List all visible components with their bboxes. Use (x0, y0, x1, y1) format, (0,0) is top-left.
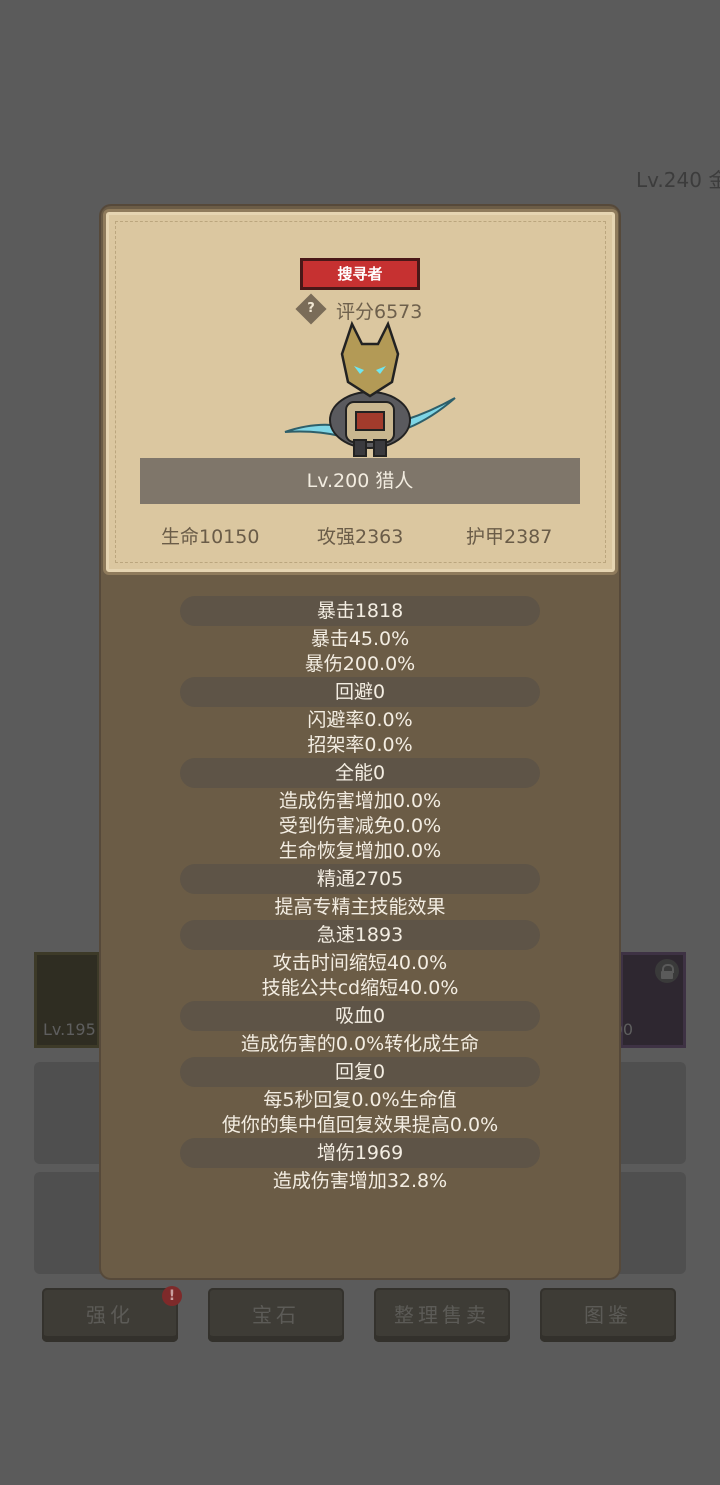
player-level-text: Lv.240 金 (636, 168, 720, 192)
equipment-slot-left[interactable]: Lv.195 (34, 952, 100, 1048)
stat-line: 使你的集中值回复效果提高0.0% (221, 1114, 499, 1136)
sort-sell-button-label: 整理售卖 (394, 1303, 490, 1327)
stat-group-haste: 急速1893 攻击时间缩短40.0% 技能公共cd缩短40.0% (101, 920, 619, 1001)
stat-group-lifesteal: 吸血0 造成伤害的0.0%转化成生命 (101, 1001, 619, 1057)
codex-button[interactable]: 图鉴 (540, 1288, 676, 1342)
stat-group-header: 增伤1969 (180, 1138, 540, 1168)
stat-line: 暴击45.0% (310, 628, 410, 650)
stat-line: 受到伤害减免0.0% (278, 815, 442, 837)
hero-portrait (280, 320, 460, 460)
gem-button[interactable]: 宝石 (208, 1288, 344, 1342)
stat-line: 攻击时间缩短40.0% (272, 952, 448, 974)
stat-group-damage-boost: 增伤1969 造成伤害增加32.8% (101, 1138, 619, 1194)
stat-line: 造成伤害的0.0%转化成生命 (240, 1033, 480, 1055)
stat-line: 闪避率0.0% (307, 709, 413, 731)
stat-group-header: 精通2705 (180, 864, 540, 894)
stat-group-header: 吸血0 (180, 1001, 540, 1031)
stat-group-evasion: 回避0 闪避率0.0% 招架率0.0% (101, 677, 619, 758)
equipment-slot-right[interactable]: 00 (613, 952, 686, 1048)
stat-group-regen: 回复0 每5秒回复0.0%生命值 使你的集中值回复效果提高0.0% (101, 1057, 619, 1138)
stat-line: 暴伤200.0% (304, 653, 416, 675)
stat-group-header: 全能0 (180, 758, 540, 788)
stat-line: 提高专精主技能效果 (274, 896, 446, 918)
stat-group-mastery: 精通2705 提高专精主技能效果 (101, 864, 619, 920)
stat-group-crit: 暴击1818 暴击45.0% 暴伤200.0% (101, 596, 619, 677)
stat-group-header: 回避0 (180, 677, 540, 707)
stat-line: 生命恢复增加0.0% (278, 840, 442, 862)
stat-line: 招架率0.0% (307, 734, 413, 756)
stat-group-versatility: 全能0 造成伤害增加0.0% 受到伤害减免0.0% 生命恢复增加0.0% (101, 758, 619, 864)
gem-button-label: 宝石 (252, 1303, 300, 1327)
stat-group-header: 暴击1818 (180, 596, 540, 626)
stat-line: 每5秒回复0.0%生命值 (263, 1089, 457, 1111)
enhance-button-label: 强化 (86, 1303, 134, 1327)
hunter-character-icon (284, 320, 456, 457)
codex-button-label: 图鉴 (584, 1303, 632, 1327)
hp-stat: 生命10150 (161, 526, 260, 548)
stat-list: 暴击1818 暴击45.0% 暴伤200.0% 回避0 闪避率0.0% 招架率0… (101, 596, 619, 1194)
stat-line: 技能公共cd缩短40.0% (261, 977, 459, 999)
help-icon-glyph: ? (307, 301, 315, 316)
stat-group-header: 回复0 (180, 1057, 540, 1087)
stat-line: 造成伤害增加0.0% (278, 790, 442, 812)
lock-icon (655, 959, 679, 983)
sort-sell-button[interactable]: 整理售卖 (374, 1288, 510, 1342)
slot-level-label: Lv.195 (43, 1020, 96, 1039)
hero-name-bar: Lv.200 猎人 (140, 458, 580, 504)
stat-group-header: 急速1893 (180, 920, 540, 950)
class-badge: 搜寻者 (300, 258, 420, 290)
alert-icon: ! (162, 1286, 182, 1306)
attack-stat: 攻强2363 (317, 526, 404, 548)
enhance-button[interactable]: 强化 ! (42, 1286, 182, 1342)
armor-stat: 护甲2387 (466, 526, 553, 548)
stat-line: 造成伤害增加32.8% (272, 1170, 448, 1192)
